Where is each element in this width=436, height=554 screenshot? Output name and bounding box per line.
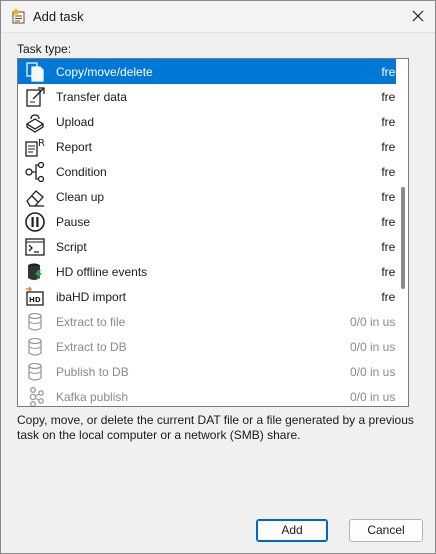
task-item-extract-to-file[interactable]: Extract to file 0/0 in use: [18, 309, 408, 334]
extract-to-db-icon: [24, 336, 46, 358]
task-item-label: Copy/move/delete: [56, 65, 153, 79]
publish-to-db-icon: [24, 361, 46, 383]
extract-to-file-icon: [24, 311, 46, 333]
task-item-status: 0/0 in use: [349, 340, 402, 354]
task-item-label: Pause: [56, 215, 91, 229]
task-type-list[interactable]: Copy/move/delete free Transfer data free Upl…: [17, 58, 409, 407]
task-item-label: Script: [56, 240, 87, 254]
task-item-report[interactable]: R Report free: [18, 134, 408, 159]
task-item-label: HD offline events: [56, 265, 148, 279]
title-bar: Add task: [1, 1, 435, 33]
task-item-label: Publish to DB: [56, 365, 129, 379]
copy-document-icon: [24, 61, 46, 83]
upload-cloud-icon: [24, 111, 46, 133]
hd-offline-events-icon: [24, 261, 46, 283]
task-item-transfer-data[interactable]: Transfer data free: [18, 84, 408, 109]
script-terminal-icon: [24, 236, 46, 258]
svg-text:R: R: [38, 138, 45, 149]
transfer-data-icon: [24, 86, 46, 108]
task-type-label: Task type:: [17, 42, 72, 56]
task-item-condition[interactable]: Condition free: [18, 159, 408, 184]
window-title: Add task: [33, 9, 84, 24]
task-item-clean-up[interactable]: Clean up free: [18, 184, 408, 209]
task-item-status: 0/0 in use: [349, 365, 402, 379]
task-item-hd-offline-events[interactable]: HD offline events free: [18, 259, 408, 284]
cancel-button[interactable]: Cancel: [349, 519, 423, 542]
svg-text:HD: HD: [29, 296, 41, 304]
eraser-icon: [24, 186, 46, 208]
task-item-upload[interactable]: Upload free: [18, 109, 408, 134]
task-item-status: 0/0 in use: [349, 315, 402, 329]
task-item-label: Kafka publish: [56, 390, 129, 404]
kafka-publish-icon: [24, 386, 46, 406]
task-item-label: Report: [56, 140, 93, 154]
task-item-script[interactable]: Script free: [18, 234, 408, 259]
task-item-status: 0/0 in use: [349, 390, 402, 404]
task-item-ibahd-import[interactable]: HD ibaHD import free: [18, 284, 408, 309]
task-item-label: Condition: [56, 165, 107, 179]
task-items: Copy/move/delete free Transfer data free Upl…: [18, 59, 408, 406]
task-item-kafka-publish[interactable]: Kafka publish 0/0 in use: [18, 384, 408, 406]
task-item-copy-move-delete[interactable]: Copy/move/delete free: [18, 59, 408, 84]
task-item-label: Transfer data: [56, 90, 127, 104]
task-item-label: Extract to file: [56, 315, 126, 329]
task-item-pause[interactable]: Pause free: [18, 209, 408, 234]
task-description: Copy, move, or delete the current DAT fi…: [17, 413, 414, 442]
condition-flow-icon: [24, 161, 46, 183]
scrollbar[interactable]: [396, 59, 408, 406]
task-item-label: Clean up: [56, 190, 105, 204]
task-item-extract-to-db[interactable]: Extract to DB 0/0 in use: [18, 334, 408, 359]
scroll-thumb[interactable]: [401, 187, 405, 289]
task-item-label: ibaHD import: [56, 290, 127, 304]
task-item-label: Upload: [56, 115, 95, 129]
add-button[interactable]: Add: [256, 519, 328, 542]
task-item-label: Extract to DB: [56, 340, 127, 354]
close-button[interactable]: [405, 3, 431, 29]
report-icon: R: [24, 136, 46, 158]
close-icon: [412, 10, 424, 22]
task-item-publish-to-db[interactable]: Publish to DB 0/0 in use: [18, 359, 408, 384]
ibahd-import-icon: HD: [24, 286, 46, 308]
add-task-dialog: Add task Task type: Copy/move/delete free…: [0, 0, 436, 554]
pause-icon: [24, 211, 46, 233]
add-task-icon: [11, 8, 27, 24]
